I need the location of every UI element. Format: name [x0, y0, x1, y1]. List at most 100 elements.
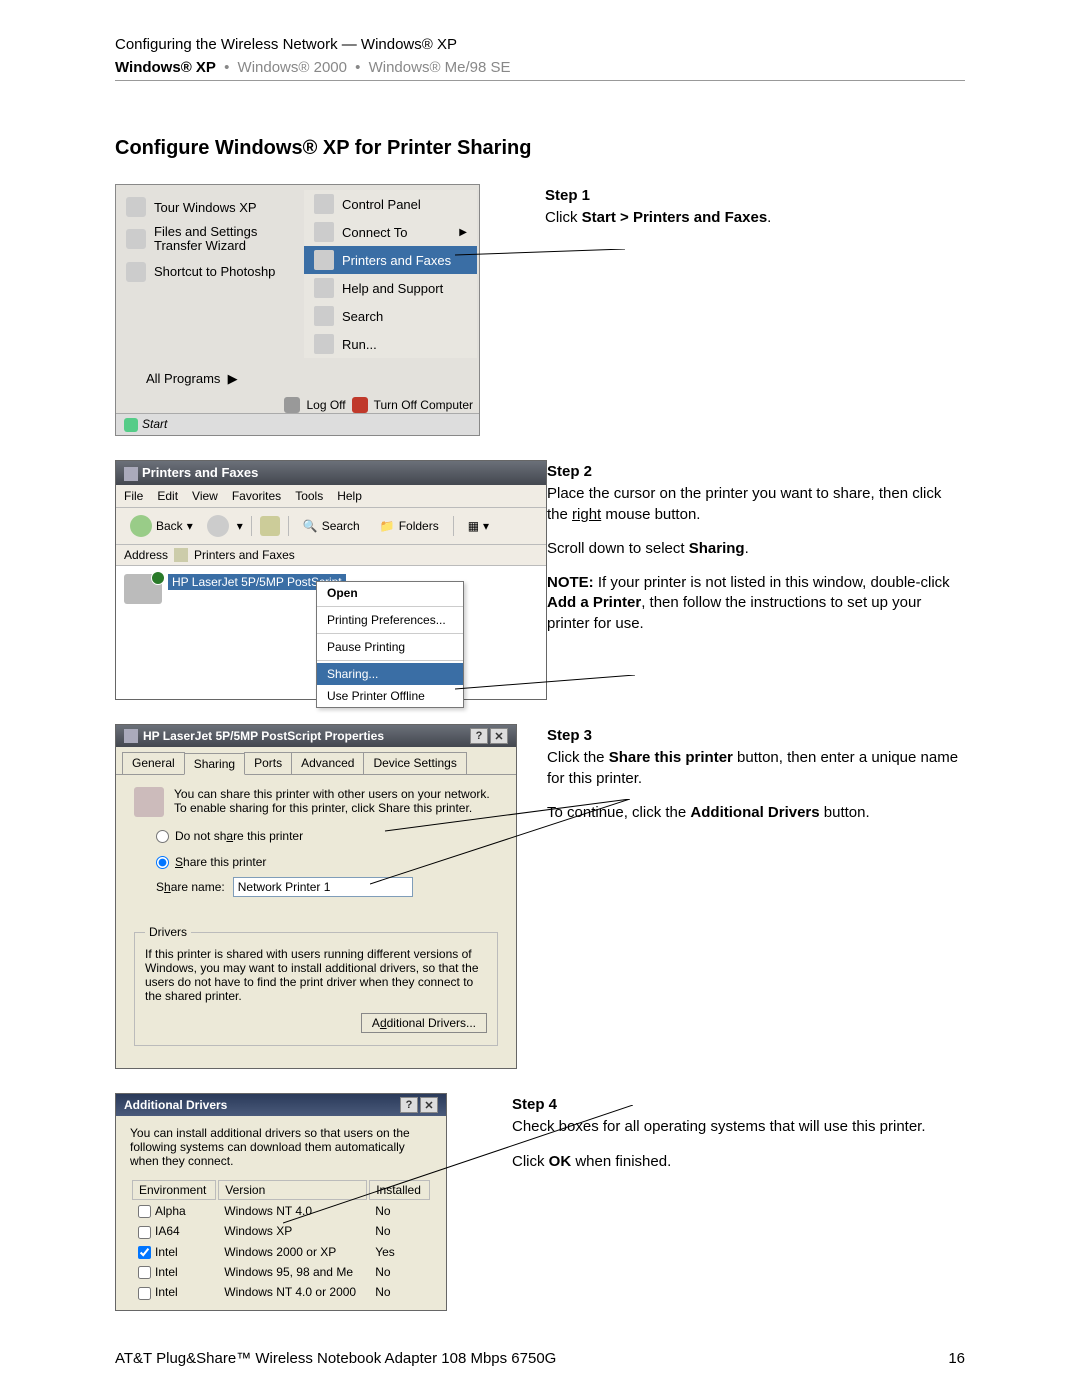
printers-icon	[124, 467, 138, 481]
views-icon: ▦	[468, 519, 479, 533]
tab-sharing[interactable]: Sharing	[184, 753, 245, 775]
sm-fstw[interactable]: Files and Settings Transfer Wizard	[116, 221, 306, 258]
sm-tour[interactable]: Tour Windows XP	[116, 193, 306, 221]
checkbox[interactable]	[138, 1287, 151, 1300]
help-button[interactable]: ?	[470, 728, 488, 744]
search-icon: 🔍	[303, 519, 318, 533]
share-desc: You can share this printer with other us…	[174, 787, 498, 817]
checkbox[interactable]	[138, 1266, 151, 1279]
col-ver[interactable]: Version	[218, 1180, 367, 1200]
toolbar: Back ▾ ▾ 🔍Search 📁Folders ▦▾	[116, 508, 546, 545]
tab-general[interactable]: General	[122, 752, 185, 774]
tab-device[interactable]: Device Settings	[363, 752, 466, 774]
sm-search[interactable]: Search	[304, 302, 477, 330]
ctx-pause[interactable]: Pause Printing	[317, 636, 463, 658]
help-icon	[314, 278, 334, 298]
col-env[interactable]: Environment	[132, 1180, 216, 1200]
sm-all-programs[interactable]: All Programs ▶	[146, 371, 238, 387]
radio-no-share[interactable]: Do not share this printer	[156, 829, 498, 843]
breadcrumb: Configuring the Wireless Network — Windo…	[115, 36, 965, 53]
step3-p1: Click the Share this printer button, the…	[547, 748, 965, 789]
close-button[interactable]: ✕	[420, 1097, 438, 1113]
drivers-table: Environment Version Installed AlphaWindo…	[130, 1178, 432, 1304]
printer-icon[interactable]	[124, 574, 162, 604]
address-bar: Address Printers and Faxes	[116, 545, 546, 566]
window-title: Printers and Faxes	[116, 461, 546, 485]
ad-desc: You can install additional drivers so th…	[130, 1126, 432, 1168]
screenshot-start-menu: Tour Windows XP Files and Settings Trans…	[115, 184, 480, 436]
additional-drivers-button[interactable]: Additional Drivers...	[361, 1013, 487, 1033]
page-title: Configure Windows® XP for Printer Sharin…	[115, 137, 965, 160]
menu-tools[interactable]: Tools	[295, 489, 323, 503]
sm-run[interactable]: Run...	[304, 330, 477, 358]
sm-turnoff[interactable]: Turn Off Computer	[374, 398, 473, 412]
radio-share[interactable]: Share this printer	[156, 855, 498, 869]
sm-help[interactable]: Help and Support	[304, 274, 477, 302]
folders-button[interactable]: 📁Folders	[374, 517, 445, 535]
turnoff-icon	[352, 397, 368, 413]
tab-xp[interactable]: Windows® XP	[115, 59, 216, 76]
checkbox[interactable]	[138, 1226, 151, 1239]
menu-view[interactable]: View	[192, 489, 218, 503]
help-button[interactable]: ?	[400, 1097, 418, 1113]
footer-product: AT&T Plug&Share™ Wireless Notebook Adapt…	[115, 1350, 556, 1367]
start-button[interactable]: Start	[116, 413, 479, 435]
table-row[interactable]: IntelWindows NT 4.0 or 2000No	[132, 1283, 430, 1301]
table-row[interactable]: AlphaWindows NT 4.0No	[132, 1202, 430, 1220]
checkbox[interactable]	[138, 1205, 151, 1218]
tab-2000[interactable]: Windows® 2000	[238, 59, 347, 76]
page-number: 16	[948, 1350, 965, 1367]
step4-p2: Click OK when finished.	[512, 1152, 965, 1172]
printer-icon	[124, 729, 138, 743]
up-button[interactable]	[260, 516, 280, 536]
ctx-offline[interactable]: Use Printer Offline	[317, 685, 463, 707]
control-panel-icon	[314, 194, 334, 214]
menu-edit[interactable]: Edit	[157, 489, 178, 503]
drivers-text: If this printer is shared with users run…	[145, 947, 487, 1003]
dialog-title: HP LaserJet 5P/5MP PostScript Properties…	[116, 725, 516, 747]
forward-button[interactable]	[207, 515, 229, 537]
sm-printers-faxes[interactable]: Printers and Faxes	[304, 246, 477, 274]
share-name-input[interactable]	[233, 877, 413, 897]
table-row[interactable]: IntelWindows 2000 or XPYes	[132, 1243, 430, 1261]
step2-p2: Scroll down to select Sharing.	[547, 539, 965, 559]
run-icon	[314, 334, 334, 354]
chevron-right-icon: ▶	[459, 227, 467, 238]
search-icon	[314, 306, 334, 326]
logoff-icon	[284, 397, 300, 413]
menu-favorites[interactable]: Favorites	[232, 489, 281, 503]
tab-strip: General Sharing Ports Advanced Device Se…	[116, 747, 516, 775]
table-row[interactable]: IntelWindows 95, 98 and MeNo	[132, 1263, 430, 1281]
col-inst[interactable]: Installed	[369, 1180, 430, 1200]
back-button[interactable]: Back ▾	[124, 513, 199, 539]
step4-label: Step 4	[512, 1095, 965, 1115]
close-button[interactable]: ✕	[490, 728, 508, 744]
menu-help[interactable]: Help	[337, 489, 362, 503]
step2-p1: Place the cursor on the printer you want…	[547, 484, 965, 525]
ctx-sharing[interactable]: Sharing...	[317, 663, 463, 685]
step1-label: Step 1	[545, 186, 965, 206]
share-icon	[134, 787, 164, 817]
views-button[interactable]: ▦▾	[462, 517, 495, 535]
checkbox[interactable]	[138, 1246, 151, 1259]
dialog-title: Additional Drivers ?✕	[116, 1094, 446, 1116]
tab-ports[interactable]: Ports	[244, 752, 292, 774]
step4-p1: Check boxes for all operating systems th…	[512, 1117, 965, 1137]
sm-connect-to[interactable]: Connect To▶	[304, 218, 477, 246]
tab-me98[interactable]: Windows® Me/98 SE	[369, 59, 511, 76]
tab-advanced[interactable]: Advanced	[291, 752, 364, 774]
folders-icon: 📁	[380, 519, 395, 533]
sm-logoff[interactable]: Log Off	[306, 398, 345, 412]
search-button[interactable]: 🔍Search	[297, 517, 366, 535]
windows-logo-icon	[124, 418, 138, 432]
address-value[interactable]: Printers and Faxes	[194, 548, 295, 562]
step2-note: NOTE: If your printer is not listed in t…	[547, 573, 965, 634]
table-row[interactable]: IA64Windows XPNo	[132, 1222, 430, 1240]
ctx-open[interactable]: Open	[317, 582, 463, 604]
step3-p2: To continue, click the Additional Driver…	[547, 803, 965, 823]
ctx-prefs[interactable]: Printing Preferences...	[317, 609, 463, 631]
transfer-icon	[126, 229, 146, 249]
sm-photoshop[interactable]: Shortcut to Photoshp	[116, 258, 306, 286]
menu-file[interactable]: File	[124, 489, 143, 503]
sm-control-panel[interactable]: Control Panel	[304, 190, 477, 218]
